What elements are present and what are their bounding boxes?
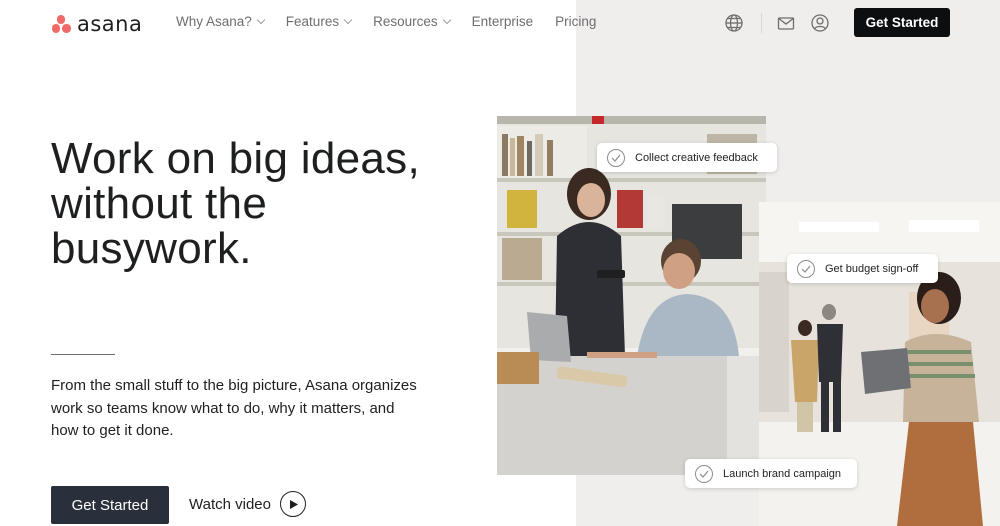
globe-icon[interactable] — [724, 13, 744, 33]
play-icon — [279, 491, 306, 517]
nav-enterprise[interactable]: Enterprise — [472, 14, 534, 29]
user-account-icon[interactable] — [810, 13, 830, 33]
task-card-label: Launch brand campaign — [723, 467, 842, 480]
asana-logo-icon — [51, 14, 71, 34]
chevron-down-icon — [256, 15, 266, 25]
hero-title: Work on big ideas, without the busywork. — [51, 134, 421, 273]
task-card[interactable]: Collect creative feedback — [597, 143, 777, 172]
task-card-label: Collect creative feedback — [635, 151, 758, 164]
main-nav: Why Asana? Features Resources Enterprise… — [176, 14, 596, 29]
task-card-label: Get budget sign-off — [825, 262, 919, 275]
nav-features[interactable]: Features — [286, 14, 353, 29]
watch-video-label: Watch video — [189, 495, 271, 513]
check-circle-icon[interactable] — [607, 148, 625, 167]
chevron-down-icon — [442, 15, 451, 25]
task-card[interactable]: Launch brand campaign — [685, 459, 857, 488]
nav-why-asana[interactable]: Why Asana? — [176, 14, 266, 29]
hero-divider — [51, 354, 115, 355]
nav-pricing[interactable]: Pricing — [555, 14, 596, 29]
header-get-started-button[interactable]: Get Started — [854, 8, 950, 37]
logo-text: asana — [77, 12, 143, 36]
task-card[interactable]: Get budget sign-off — [787, 254, 938, 283]
asana-logo[interactable]: asana — [51, 12, 142, 36]
hero-description: From the small stuff to the big picture,… — [51, 377, 417, 439]
check-circle-icon[interactable] — [695, 464, 713, 483]
mail-icon[interactable] — [776, 13, 796, 33]
header-divider — [761, 13, 762, 33]
check-circle-icon[interactable] — [797, 259, 815, 278]
watch-video-button[interactable]: Watch video — [189, 491, 306, 517]
nav-resources[interactable]: Resources — [373, 14, 451, 29]
chevron-down-icon — [343, 15, 353, 25]
get-started-button[interactable]: Get Started — [51, 486, 169, 524]
